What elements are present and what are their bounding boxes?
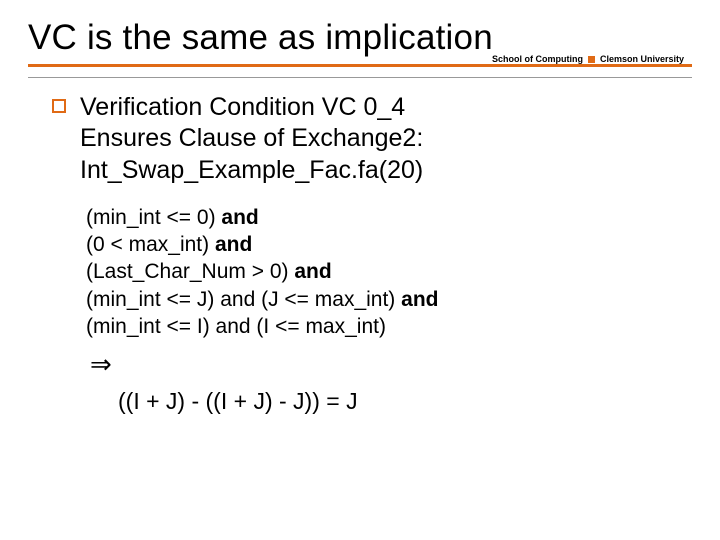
premise-4-text: (min_int <= J) and (J <= max_int) xyxy=(86,288,401,311)
premise-2-and: and xyxy=(215,233,252,256)
divider-line-top xyxy=(28,64,692,67)
divider-line-bottom xyxy=(28,77,692,78)
square-icon xyxy=(588,56,595,63)
premise-2: (0 < max_int) and xyxy=(86,231,692,258)
slide-title: VC is the same as implication xyxy=(28,18,692,58)
bullet-line-3: Int_Swap_Example_Fac.fa(20) xyxy=(80,156,423,184)
subheader-right: Clemson University xyxy=(600,54,684,64)
premises-block: (min_int <= 0) and (0 < max_int) and (La… xyxy=(86,204,692,340)
premise-4: (min_int <= J) and (J <= max_int) and xyxy=(86,286,692,313)
premise-5: (min_int <= I) and (I <= max_int) xyxy=(86,313,692,340)
slide: VC is the same as implication School of … xyxy=(0,0,720,540)
bullet-line-2: Ensures Clause of Exchange2: xyxy=(80,124,423,152)
bullet-marker-icon xyxy=(52,99,66,113)
premise-4-and: and xyxy=(401,288,438,311)
bullet-item: Verification Condition VC 0_4 Ensures Cl… xyxy=(52,92,692,186)
divider: School of Computing Clemson University xyxy=(28,64,692,78)
bullet-text: Verification Condition VC 0_4 Ensures Cl… xyxy=(80,92,423,186)
premise-1-and: and xyxy=(221,206,258,229)
premise-1: (min_int <= 0) and xyxy=(86,204,692,231)
premise-2-text: (0 < max_int) xyxy=(86,233,215,256)
subheader: School of Computing Clemson University xyxy=(490,54,686,64)
premise-1-text: (min_int <= 0) xyxy=(86,206,221,229)
subheader-left: School of Computing xyxy=(492,54,583,64)
premise-3-text: (Last_Char_Num > 0) xyxy=(86,260,294,283)
bullet-line-1: Verification Condition VC 0_4 xyxy=(80,93,405,121)
implies-symbol: ⇒ xyxy=(90,350,692,380)
premise-3: (Last_Char_Num > 0) and xyxy=(86,258,692,285)
premise-3-and: and xyxy=(294,260,331,283)
content-area: Verification Condition VC 0_4 Ensures Cl… xyxy=(28,92,692,415)
conclusion-text: ((I + J) - ((I + J) - J)) = J xyxy=(118,388,692,415)
